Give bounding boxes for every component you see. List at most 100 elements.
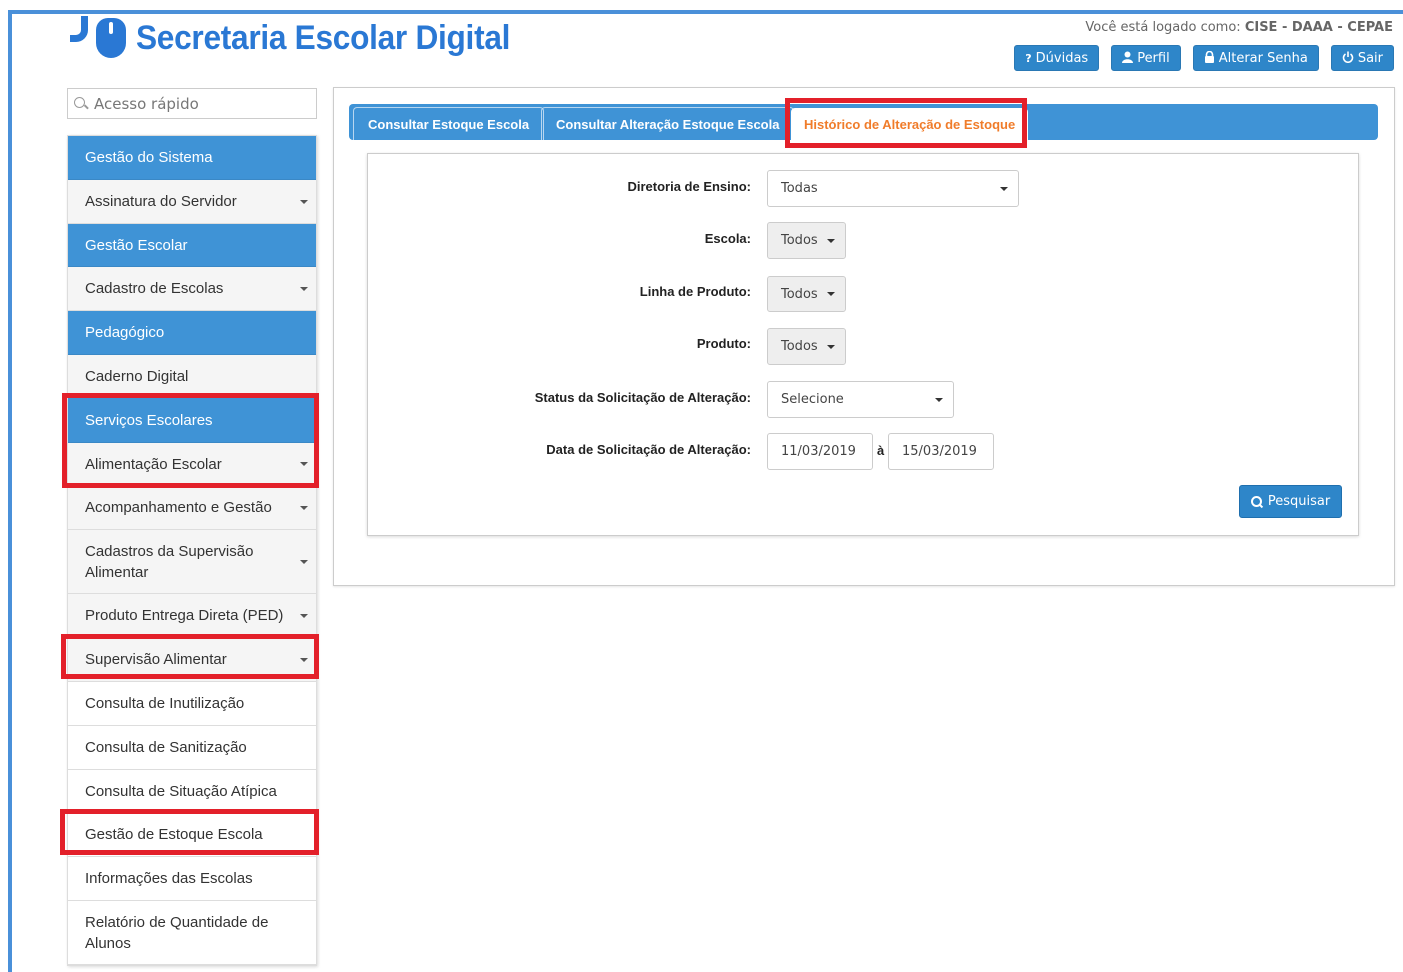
sidebar-item-label: Cadastro de Escolas — [85, 280, 224, 297]
header-actions: ? Dúvidas Perfil Alterar Senha Sair — [1014, 45, 1394, 71]
caret-down-icon — [1000, 186, 1008, 191]
sidebar-item-cadastros-supervisao[interactable]: Cadastros da Supervisão Alimentar — [68, 530, 316, 594]
search-button[interactable]: Pesquisar — [1239, 485, 1342, 518]
sidebar-item-acompanhamento-gestao[interactable]: Acompanhamento e Gestão — [68, 486, 316, 530]
sidebar-item-assinatura-servidor[interactable]: Assinatura do Servidor — [68, 180, 316, 224]
date-separator: à — [877, 443, 885, 458]
data-solicitacao-label: Data de Solicitação de Alteração: — [546, 442, 751, 457]
sidebar-item-label: Pedagógico — [85, 324, 165, 341]
tab-label: Histórico de Alteração de Estoque — [804, 116, 1016, 132]
escola-label: Escola: — [704, 231, 751, 246]
date-from-input[interactable]: 11/03/2019 — [767, 433, 873, 470]
caret-down-icon — [300, 462, 308, 466]
change-password-button[interactable]: Alterar Senha — [1192, 45, 1319, 71]
user-icon — [1122, 51, 1134, 66]
sidebar-item-label: Cadastros da Supervisão Alimentar — [85, 542, 254, 581]
diretoria-select[interactable]: Todas — [767, 170, 1019, 207]
caret-down-icon — [827, 344, 835, 349]
sidebar-header-gestao-escolar[interactable]: Gestão Escolar — [68, 224, 316, 267]
caret-down-icon — [827, 292, 835, 296]
sidebar-item-label: Produto Entrega Direta (PED) — [85, 607, 284, 624]
sidebar-item-label: Gestão do Sistema — [85, 149, 213, 166]
sidebar-header-gestao-sistema[interactable]: Gestão do Sistema — [68, 136, 316, 180]
lock-icon — [1204, 50, 1215, 66]
power-icon — [1342, 51, 1354, 66]
linha-produto-select[interactable]: Todos — [767, 276, 846, 312]
caret-down-icon — [827, 238, 835, 243]
tab-label: Consultar Alteração Estoque Escola — [556, 116, 780, 132]
sidebar-item-alimentacao-escolar[interactable]: Alimentação Escolar — [68, 443, 316, 486]
tab-consultar-alteracao-estoque[interactable]: Consultar Alteração Estoque Escola — [541, 107, 795, 140]
sidebar-subitem-consulta-situacao-atipica[interactable]: Consulta de Situação Atípica — [68, 770, 316, 813]
sidebar-item-label: Relatório de Quantidade de Alunos — [85, 913, 269, 952]
sidebar-subitem-consulta-inutilizacao[interactable]: Consulta de Inutilização — [68, 682, 316, 726]
linha-produto-select-value: Todos — [781, 286, 818, 302]
login-info: Você está logado como: CISE - DAAA - CEP… — [1085, 20, 1393, 35]
escola-select[interactable]: Todos — [767, 222, 846, 259]
produto-select[interactable]: Todos — [767, 328, 846, 365]
sidebar-item-label: Assinatura do Servidor — [85, 193, 237, 210]
status-label: Status da Solicitação de Alteração: — [534, 390, 751, 405]
profile-button-label: Perfil — [1137, 50, 1170, 66]
sidebar-item-label: Consulta de Situação Atípica — [85, 782, 277, 800]
sidebar-item-label: Supervisão Alimentar — [85, 651, 227, 668]
status-select-value: Selecione — [781, 392, 844, 407]
login-prefix: Você está logado como: — [1085, 20, 1245, 35]
sidebar-subitem-consulta-sanitizacao[interactable]: Consulta de Sanitização — [68, 726, 316, 770]
diretoria-label: Diretoria de Ensino: — [627, 179, 751, 194]
logout-button-label: Sair — [1357, 50, 1383, 66]
sidebar-item-label: Gestão de Estoque Escola — [85, 826, 263, 843]
sidebar-header-pedagogico[interactable]: Pedagógico — [68, 311, 316, 355]
frame-left-border — [8, 10, 12, 972]
sidebar-subitem-relatorio-quantidade-alunos[interactable]: Relatório de Quantidade de Alunos — [68, 901, 316, 965]
sidebar-item-label: Serviços Escolares — [85, 411, 213, 429]
quick-access-search — [67, 88, 317, 119]
sidebar-item-produto-entrega-direta[interactable]: Produto Entrega Direta (PED) — [68, 594, 316, 638]
caret-down-icon — [300, 286, 308, 291]
caret-down-icon — [300, 559, 308, 564]
status-select[interactable]: Selecione — [767, 381, 954, 418]
produto-select-value: Todos — [781, 339, 818, 354]
sidebar-item-supervisao-alimentar[interactable]: Supervisão Alimentar — [68, 638, 316, 682]
sidebar-subitem-informacoes-escolas[interactable]: Informações das Escolas — [68, 857, 316, 901]
help-button[interactable]: ? Dúvidas — [1014, 45, 1100, 71]
sidebar-header-servicos-escolares[interactable]: Serviços Escolares — [68, 398, 316, 443]
caret-down-icon — [935, 397, 943, 402]
sidebar-item-label: Gestão Escolar — [85, 236, 188, 254]
sidebar-item-caderno-digital[interactable]: Caderno Digital — [68, 355, 316, 398]
caret-down-icon — [300, 613, 308, 618]
date-to-input[interactable]: 15/03/2019 — [888, 433, 994, 470]
caret-down-icon — [300, 657, 308, 662]
linha-produto-label: Linha de Produto: — [639, 284, 751, 299]
sidebar-item-label: Consulta de Sanitização — [85, 739, 247, 756]
app-logo[interactable]: Secretaria Escolar Digital — [70, 14, 538, 62]
filter-form — [367, 153, 1359, 536]
sidebar-item-label: Acompanhamento e Gestão — [85, 499, 272, 516]
diretoria-select-value: Todas — [781, 181, 818, 196]
date-to-value: 15/03/2019 — [902, 444, 977, 459]
tab-historico-alteracao-estoque[interactable]: Histórico de Alteração de Estoque — [791, 108, 1029, 140]
logout-button[interactable]: Sair — [1330, 45, 1394, 71]
search-icon — [74, 96, 88, 111]
sidebar-item-label: Informações das Escolas — [85, 870, 253, 887]
sidebar-menu: Gestão do Sistema Assinatura do Servidor… — [67, 135, 317, 966]
question-icon: ? — [1025, 51, 1032, 65]
profile-button[interactable]: Perfil — [1111, 45, 1181, 71]
sidebar-subitem-gestao-estoque-escola[interactable]: Gestão de Estoque Escola — [68, 813, 316, 857]
escola-select-value: Todos — [781, 233, 818, 248]
sidebar-item-label: Caderno Digital — [85, 367, 189, 385]
sidebar-item-label: Consulta de Inutilização — [85, 695, 245, 712]
tab-label: Consultar Estoque Escola — [368, 116, 530, 132]
caret-down-icon — [300, 199, 308, 204]
search-icon — [1250, 495, 1263, 508]
sidebar-item-cadastro-escolas[interactable]: Cadastro de Escolas — [68, 267, 316, 311]
quick-access-input[interactable] — [94, 94, 304, 113]
date-from-value: 11/03/2019 — [781, 444, 856, 459]
help-button-label: Dúvidas — [1035, 50, 1089, 66]
produto-label: Produto: — [696, 336, 751, 351]
app-title: Secretaria Escolar Digital — [136, 18, 511, 57]
search-button-label: Pesquisar — [1267, 494, 1331, 509]
change-password-button-label: Alterar Senha — [1218, 50, 1308, 66]
tab-consultar-estoque-escola[interactable]: Consultar Estoque Escola — [353, 107, 545, 140]
sidebar-item-label: Alimentação Escolar — [85, 455, 222, 473]
